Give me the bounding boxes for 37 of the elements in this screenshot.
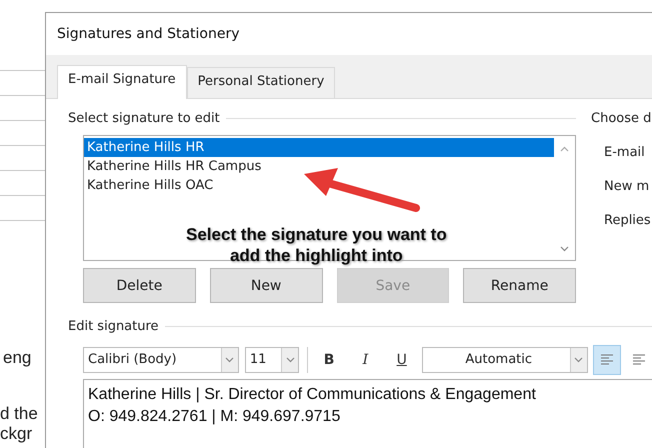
callout-text: add the highlight into xyxy=(228,245,404,266)
tab[interactable]: Personal Stationery xyxy=(186,67,336,98)
group-label: Choose d xyxy=(591,111,652,126)
signature-editor[interactable]: Katherine Hills | Sr. Director of Communications & Engagement O: 949.824.2761 | M: 949.697.9715 xyxy=(83,379,652,448)
signature-text: O: 949.824.2761 | M: 949.697.9715 xyxy=(88,407,342,427)
size-dropdown[interactable]: 11 xyxy=(244,346,300,372)
dialog-button[interactable]: Rename xyxy=(463,268,576,303)
italic-button[interactable]: I xyxy=(352,352,378,368)
window-title: Signatures and Stationery xyxy=(56,25,240,44)
document-text: d the xyxy=(0,404,39,424)
tab[interactable]: E-mail Signature xyxy=(57,65,187,99)
group-label: Edit signature xyxy=(68,319,159,334)
field-label: New m xyxy=(604,179,650,194)
list-item[interactable]: Katherine Hills HR Campus xyxy=(84,157,554,176)
dialog-button[interactable]: New xyxy=(210,268,322,303)
underline-button[interactable]: U xyxy=(389,352,414,368)
document-text: ckgr xyxy=(0,424,34,444)
field-label: Replies xyxy=(604,213,652,228)
dialog-button[interactable]: Delete xyxy=(83,268,196,303)
align-button[interactable] xyxy=(592,344,621,374)
font-dropdown[interactable]: Calibri (Body) xyxy=(83,346,239,372)
callout-text: Select the signature you want to xyxy=(186,224,447,245)
chevron-down-icon xyxy=(286,356,295,362)
color-dropdown[interactable]: Automatic xyxy=(422,346,588,372)
chevron-down-icon xyxy=(225,356,234,362)
field-label: E-mail xyxy=(604,145,646,160)
chevron-down-icon xyxy=(574,356,584,362)
list-item[interactable]: Katherine Hills HR xyxy=(84,138,554,157)
chevron-down-icon xyxy=(560,246,569,252)
list-item[interactable]: Katherine Hills OAC xyxy=(84,176,554,195)
document-text: eng xyxy=(3,348,32,368)
group-label: Select signature to edit xyxy=(68,111,220,126)
align-left-icon xyxy=(632,354,645,366)
chevron-up-icon xyxy=(560,146,569,152)
align-left-icon xyxy=(600,354,613,366)
bold-button[interactable]: B xyxy=(316,352,342,368)
signature-text: Katherine Hills | Sr. Director of Communications & Engagement xyxy=(88,385,537,405)
